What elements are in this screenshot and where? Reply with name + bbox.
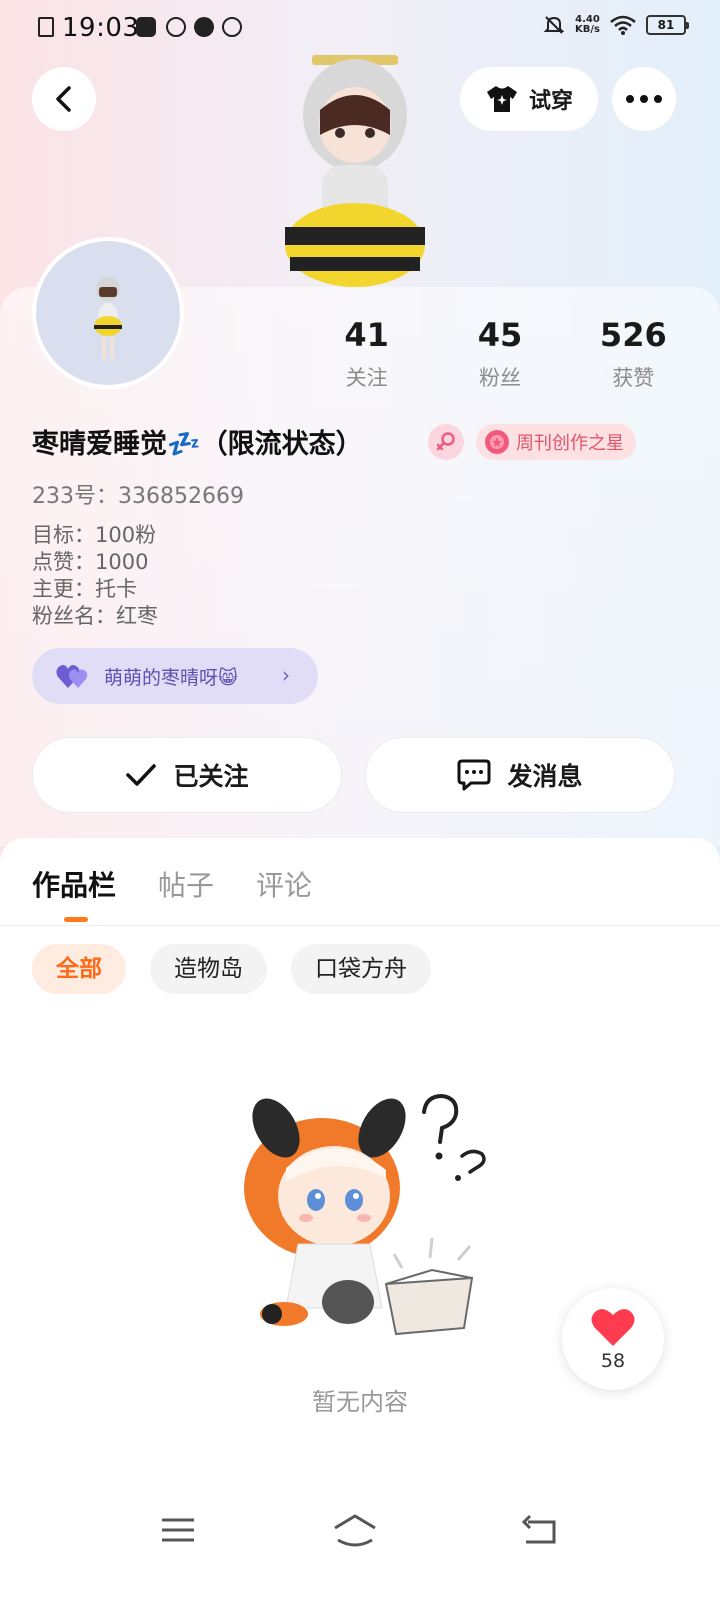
message-label: 发消息 (507, 762, 583, 791)
stat-following[interactable]: 41 关注 (300, 316, 433, 392)
status-bar: 19:03 4.40 KB/s 81 (0, 0, 720, 56)
more-dots-icon (626, 95, 662, 103)
stat-label: 粉丝 (478, 366, 521, 390)
empty-state-illustration (244, 1093, 486, 1336)
file-icon (38, 17, 54, 37)
net-speed: 4.40 KB/s (575, 14, 600, 35)
stat-value: 41 (344, 316, 389, 354)
heart-group-icon (56, 665, 88, 688)
filter-all[interactable]: 全部 (32, 944, 126, 994)
nickname: 枣晴爱睡觉💤（限流状态） (32, 429, 363, 460)
status-time: 19:03 (62, 13, 140, 43)
content-tabs: 作品栏 帖子 评论 (32, 864, 312, 904)
message-button[interactable]: 发消息 (365, 737, 675, 813)
avatar[interactable] (32, 237, 184, 389)
check-icon (222, 17, 242, 37)
check-icon (126, 764, 157, 786)
female-icon (428, 424, 464, 460)
fan-group-link[interactable]: 萌萌的枣晴呀😸 › (32, 648, 318, 704)
chevron-right-icon: › (282, 663, 290, 687)
tiktok-icon (136, 17, 156, 37)
user-id[interactable]: 233号：336852669 (32, 478, 244, 510)
heart-icon (591, 1309, 635, 1346)
try-on-button[interactable]: 试穿 (460, 67, 598, 131)
bio-line: 目标：100粉 (32, 523, 157, 547)
play-icon (194, 17, 214, 37)
chevron-left-icon (56, 86, 71, 112)
more-button[interactable] (612, 67, 676, 131)
weekly-badge-label: 周刊创作之星 (516, 433, 624, 454)
filter-pocket-ark[interactable]: 口袋方舟 (291, 944, 431, 994)
like-button[interactable]: 58 (562, 1288, 664, 1390)
try-on-label: 试穿 (528, 89, 573, 114)
bio: 目标：100粉 点赞：1000 主更：托卡 粉丝名：红枣 (32, 522, 158, 630)
medal-icon (485, 430, 509, 454)
stats-row: 41 关注 45 粉丝 526 获赞 (300, 316, 700, 392)
app-icon (166, 17, 186, 37)
system-nav-bar (0, 1490, 720, 1570)
tab-comments[interactable]: 评论 (256, 864, 312, 904)
filter-chips: 全部 造物岛 口袋方舟 (32, 944, 431, 994)
group-name: 萌萌的枣晴呀😸 (104, 666, 238, 689)
bio-line: 点赞：1000 (32, 550, 149, 574)
filter-creation-island[interactable]: 造物岛 (150, 944, 267, 994)
menu-icon[interactable] (158, 1510, 198, 1550)
stat-followers[interactable]: 45 粉丝 (433, 316, 566, 392)
battery-indicator: 81 (646, 15, 689, 35)
bio-line: 主更：托卡 (32, 577, 137, 601)
stat-label: 关注 (345, 366, 388, 390)
stat-likes[interactable]: 526 获赞 (567, 316, 700, 392)
wifi-icon (610, 15, 636, 35)
stat-value: 526 (599, 316, 667, 354)
avatar-figure (94, 277, 122, 359)
tab-indicator (64, 917, 88, 922)
followed-button[interactable]: 已关注 (32, 737, 342, 813)
mute-bell-icon (543, 16, 565, 34)
followed-label: 已关注 (173, 762, 249, 791)
weekly-creator-badge[interactable]: 周刊创作之星 (476, 424, 636, 460)
avatar-3d-figure (285, 55, 425, 287)
stat-label: 获赞 (612, 366, 655, 390)
home-icon[interactable] (332, 1510, 378, 1550)
tshirt-icon (486, 86, 517, 112)
like-count: 58 (600, 1350, 626, 1372)
chat-bubble-icon (457, 759, 491, 791)
bio-line: 粉丝名：红枣 (32, 604, 158, 628)
back-button[interactable] (32, 67, 96, 131)
stat-value: 45 (477, 316, 523, 354)
divider (0, 925, 720, 926)
tab-posts[interactable]: 帖子 (158, 864, 214, 904)
tab-works[interactable]: 作品栏 (32, 864, 116, 904)
back-nav-icon[interactable] (520, 1510, 560, 1550)
